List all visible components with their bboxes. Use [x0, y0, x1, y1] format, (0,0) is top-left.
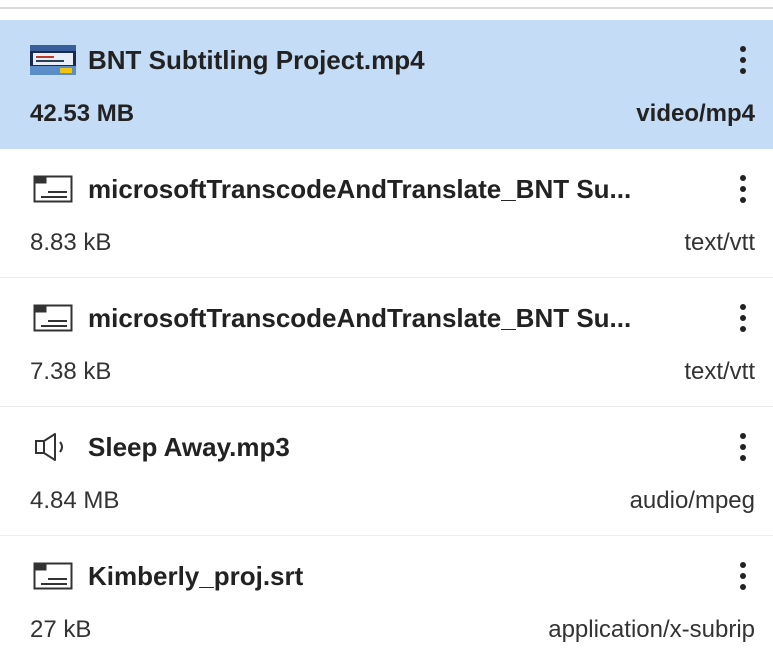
more-vertical-icon-dot — [740, 584, 746, 590]
more-vertical-icon-dot — [740, 197, 746, 203]
file-size: 42.53 MB — [30, 100, 135, 127]
more-vertical-icon — [740, 562, 746, 568]
file-list: BNT Subtitling Project.mp4 42.53 MB vide… — [0, 20, 773, 665]
more-options-button[interactable] — [731, 169, 755, 209]
more-options-button[interactable] — [731, 40, 755, 80]
more-options-button[interactable] — [731, 556, 755, 596]
file-mime-type: text/vtt — [684, 229, 755, 256]
file-size: 27 kB — [30, 616, 92, 643]
file-mime-type: video/mp4 — [636, 100, 755, 127]
subtitle-file-icon — [30, 561, 76, 591]
file-mime-type: application/x-subrip — [548, 616, 755, 643]
file-item[interactable]: Sleep Away.mp3 4.84 MB audio/mpeg — [0, 407, 773, 536]
file-item[interactable]: BNT Subtitling Project.mp4 42.53 MB vide… — [0, 20, 773, 149]
file-item[interactable]: microsoftTranscodeAndTranslate_BNT Su...… — [0, 149, 773, 278]
more-vertical-icon-dot — [740, 315, 746, 321]
list-top-border — [0, 7, 773, 9]
more-vertical-icon-dot — [740, 57, 746, 63]
file-item[interactable]: microsoftTranscodeAndTranslate_BNT Su...… — [0, 278, 773, 407]
speaker-icon — [30, 432, 76, 462]
subtitle-file-icon — [30, 303, 76, 333]
file-name: Kimberly_proj.srt — [88, 560, 304, 591]
video-thumbnail-icon — [30, 45, 76, 75]
more-options-button[interactable] — [731, 427, 755, 467]
more-vertical-icon-dot — [740, 186, 746, 192]
file-name: BNT Subtitling Project.mp4 — [88, 44, 425, 75]
more-vertical-icon-dot — [740, 68, 746, 74]
more-vertical-icon — [740, 175, 746, 181]
more-vertical-icon — [740, 46, 746, 52]
file-mime-type: text/vtt — [684, 358, 755, 385]
file-item[interactable]: Kimberly_proj.srt 27 kB application/x-su… — [0, 536, 773, 665]
file-size: 8.83 kB — [30, 229, 112, 256]
more-vertical-icon-dot — [740, 326, 746, 332]
more-vertical-icon-dot — [740, 455, 746, 461]
more-vertical-icon-dot — [740, 573, 746, 579]
file-name: microsoftTranscodeAndTranslate_BNT Su... — [88, 302, 632, 333]
more-vertical-icon — [740, 433, 746, 439]
more-vertical-icon — [740, 304, 746, 310]
file-size: 4.84 MB — [30, 487, 120, 514]
file-name: microsoftTranscodeAndTranslate_BNT Su... — [88, 173, 632, 204]
more-vertical-icon-dot — [740, 444, 746, 450]
more-options-button[interactable] — [731, 298, 755, 338]
file-name: Sleep Away.mp3 — [88, 431, 290, 462]
subtitle-file-icon — [30, 174, 76, 204]
file-size: 7.38 kB — [30, 358, 112, 385]
file-mime-type: audio/mpeg — [629, 487, 755, 514]
